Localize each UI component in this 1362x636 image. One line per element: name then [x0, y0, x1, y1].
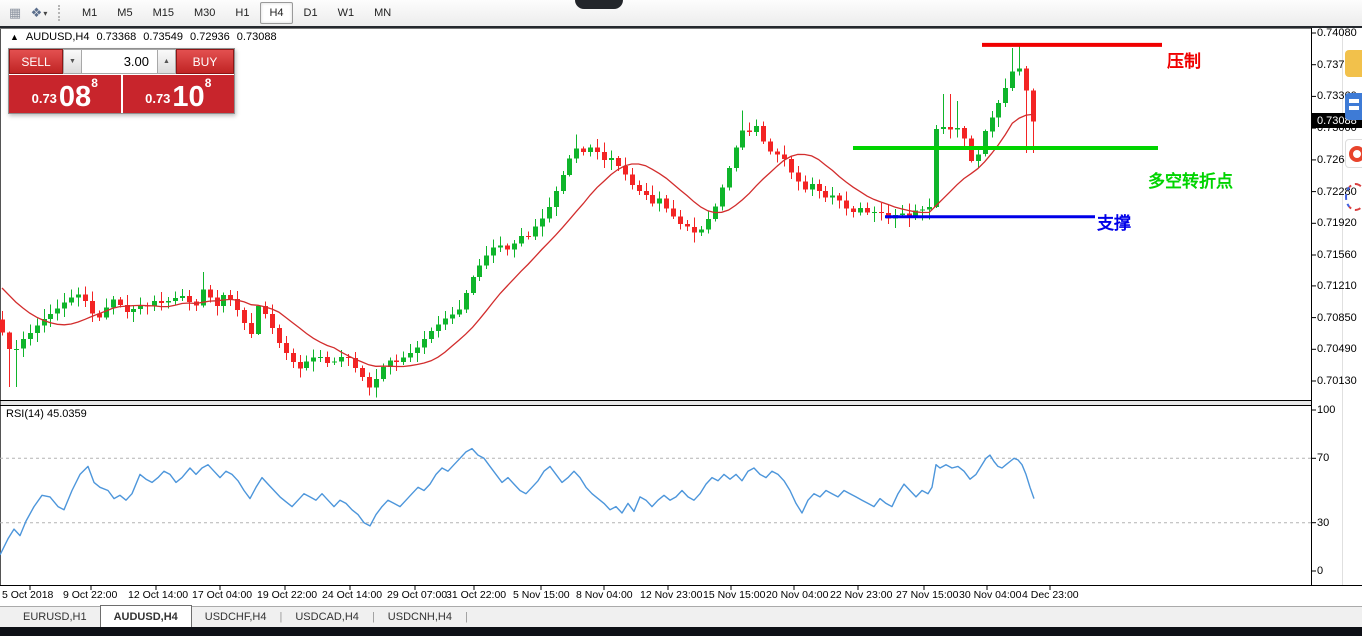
browser-icon[interactable] — [1345, 139, 1362, 168]
tab-eurusd-h1[interactable]: EURUSD,H1 — [10, 607, 100, 627]
time-tick-label: 20 Nov 04:00 — [766, 589, 828, 601]
tab-separator: | — [465, 611, 468, 623]
symbol-label: AUDUSD,H4 — [26, 31, 90, 43]
rsi-tick-label: 0 — [1317, 565, 1323, 577]
sell-price-tile[interactable]: 0.73 08 8 — [9, 75, 121, 113]
dashed-circle-icon[interactable] — [1345, 183, 1362, 211]
time-tick-label: 12 Oct 14:00 — [128, 589, 188, 601]
taskbar-edge — [0, 627, 1362, 636]
photos-icon[interactable] — [1345, 50, 1362, 77]
buy-price-tile[interactable]: 0.73 10 8 — [123, 75, 235, 113]
volume-increase-button[interactable]: ▲ — [157, 49, 176, 74]
time-tick-label: 9 Oct 22:00 — [63, 589, 117, 601]
camera-notch — [575, 0, 623, 9]
timeframe-button-d1[interactable]: D1 — [295, 2, 327, 24]
time-tick-label: 12 Nov 23:00 — [640, 589, 702, 601]
timeframe-button-mn[interactable]: MN — [365, 2, 400, 24]
timeframe-button-w1[interactable]: W1 — [329, 2, 364, 24]
timeframe-button-m15[interactable]: M15 — [144, 2, 183, 24]
chart-arrange-glyph: ❖ — [31, 5, 43, 21]
chart-title: ▲ AUDUSD,H4 0.73368 0.73549 0.72936 0.73… — [10, 31, 284, 43]
high-value: 0.73549 — [143, 31, 183, 43]
explorer-icon[interactable] — [1345, 93, 1362, 120]
sell-button[interactable]: SELL — [9, 49, 63, 74]
timeframe-button-m30[interactable]: M30 — [185, 2, 224, 24]
time-tick-label: 5 Oct 2018 — [2, 589, 53, 601]
toolbar: ▦ ❖ ▾ M1M5M15M30H1H4D1W1MN — [0, 0, 1362, 27]
time-tick-label: 17 Oct 04:00 — [192, 589, 252, 601]
time-tick-label: 22 Nov 23:00 — [830, 589, 892, 601]
one-click-trade-panel: SELL ▼ ▲ BUY 0.73 08 8 0.73 10 8 — [8, 48, 235, 114]
dropdown-caret-icon: ▾ — [43, 9, 47, 18]
rsi-tick-label: 70 — [1317, 452, 1329, 464]
price-tick-label: 0.74080 — [1317, 27, 1357, 39]
rsi-indicator-label: RSI(14) 45.0359 — [6, 408, 87, 420]
sell-price-prefix: 0.73 — [32, 91, 57, 106]
tab-usdcnh-h4[interactable]: USDCNH,H4 — [375, 607, 465, 627]
tab-usdcad-h4[interactable]: USDCAD,H4 — [282, 607, 372, 627]
rsi-tick-label: 100 — [1317, 404, 1335, 416]
ma-line — [2, 114, 1033, 366]
time-tick-label: 15 Nov 15:00 — [703, 589, 765, 601]
new-order-icon[interactable]: ▦ — [6, 4, 24, 22]
timeframe-button-m5[interactable]: M5 — [108, 2, 141, 24]
price-tick-label: 0.70850 — [1317, 312, 1357, 324]
chart-tab-bar: EURUSD,H1AUDUSD,H4USDCHF,H4|USDCAD,H4|US… — [0, 606, 1362, 627]
buy-button[interactable]: BUY — [176, 49, 234, 74]
open-value: 0.73368 — [97, 31, 137, 43]
toolbar-grip — [58, 5, 64, 21]
time-tick-label: 29 Oct 07:00 — [387, 589, 447, 601]
pivot-label[interactable]: 多空转折点 — [1148, 167, 1233, 192]
timeframe-button-h4[interactable]: H4 — [260, 2, 292, 24]
time-tick-label: 5 Nov 15:00 — [513, 589, 570, 601]
buy-price-big: 10 — [172, 84, 204, 110]
window-divider — [0, 26, 1362, 28]
buy-price-prefix: 0.73 — [145, 91, 170, 106]
tab-audusd-h4[interactable]: AUDUSD,H4 — [100, 605, 192, 628]
time-tick-label: 27 Nov 15:00 — [896, 589, 958, 601]
volume-decrease-button[interactable]: ▼ — [63, 49, 82, 74]
tab-usdchf-h4[interactable]: USDCHF,H4 — [192, 607, 280, 627]
volume-input[interactable] — [82, 49, 157, 74]
one-click-collapse-icon[interactable]: ▲ — [10, 32, 19, 42]
rsi-tick-label: 30 — [1317, 517, 1329, 529]
support-label[interactable]: 支撑 — [1097, 209, 1131, 234]
price-tick-label: 0.70130 — [1317, 375, 1357, 387]
sell-price-pip: 8 — [91, 76, 98, 90]
price-tick-label: 0.71560 — [1317, 249, 1357, 261]
chart-arrange-icon[interactable]: ❖ ▾ — [30, 4, 48, 22]
price-tick-label: 0.71210 — [1317, 280, 1357, 292]
time-tick-label: 8 Nov 04:00 — [576, 589, 633, 601]
mt4-window: ▦ ❖ ▾ M1M5M15M30H1H4D1W1MN ▲ AUDUSD,H4 0… — [0, 0, 1362, 636]
timeframe-buttons: M1M5M15M30H1H4D1W1MN — [72, 2, 401, 24]
close-value: 0.73088 — [237, 31, 277, 43]
buy-price-pip: 8 — [205, 76, 212, 90]
time-tick-label: 30 Nov 04:00 — [959, 589, 1021, 601]
price-tick-label: 0.71920 — [1317, 217, 1357, 229]
time-tick-label: 31 Oct 22:00 — [446, 589, 506, 601]
timeframe-button-m1[interactable]: M1 — [73, 2, 106, 24]
time-tick-label: 24 Oct 14:00 — [322, 589, 382, 601]
sell-price-big: 08 — [59, 84, 91, 110]
timeframe-button-h1[interactable]: H1 — [226, 2, 258, 24]
price-tick-label: 0.70490 — [1317, 343, 1357, 355]
low-value: 0.72936 — [190, 31, 230, 43]
resistance-label[interactable]: 压制 — [1167, 47, 1201, 72]
time-tick-label: 19 Oct 22:00 — [257, 589, 317, 601]
time-tick-label: 4 Dec 23:00 — [1022, 589, 1079, 601]
